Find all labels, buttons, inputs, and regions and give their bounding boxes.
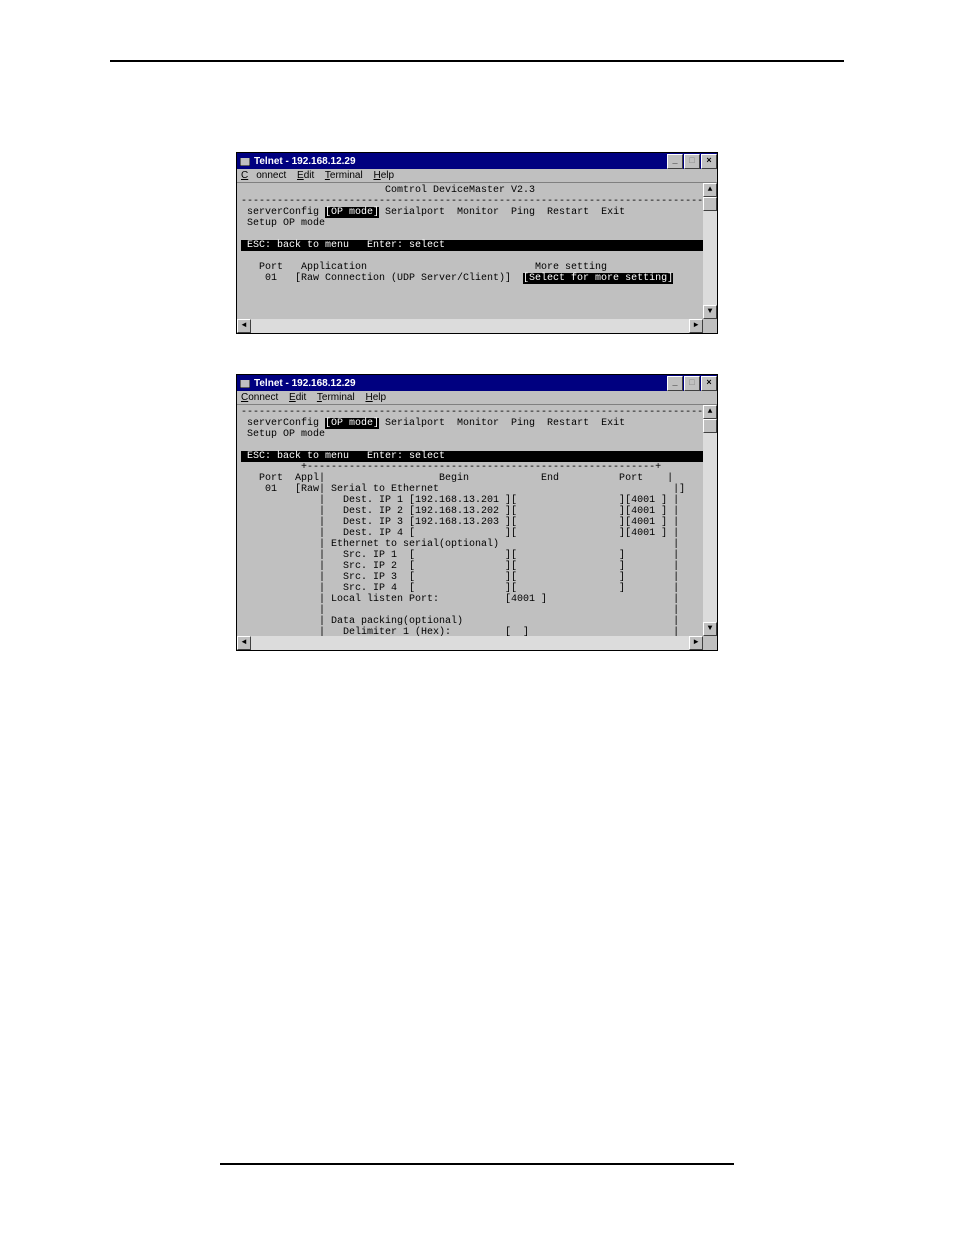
nav-selected-opmode[interactable]: [OP mode] xyxy=(325,418,379,429)
header-line-1: Port Appl| Begin End Port | xyxy=(241,473,673,484)
menubar: Connect Edit Terminal Help xyxy=(237,169,717,183)
scroll-right-icon[interactable]: ► xyxy=(689,319,703,333)
menu-connect[interactable]: Connect xyxy=(241,392,278,403)
minimize-button[interactable]: _ xyxy=(667,376,683,391)
src-ip-3[interactable]: | Src. IP 3 [ ][ ] | xyxy=(241,572,679,583)
close-button[interactable]: × xyxy=(701,154,717,169)
scroll-down-icon[interactable]: ▼ xyxy=(703,622,717,636)
titlebar[interactable]: Telnet - 192.168.12.29 _ □ × xyxy=(237,375,717,391)
scroll-right-icon[interactable]: ► xyxy=(689,636,703,650)
nav-subtitle: Setup OP mode xyxy=(241,429,325,440)
box-top: +---------------------------------------… xyxy=(241,462,661,473)
hint-bar: ESC: back to menu Enter: select xyxy=(241,451,703,462)
more-setting-selected[interactable]: [Select for more setting] xyxy=(523,273,673,284)
menu-help[interactable]: Help xyxy=(365,392,386,403)
size-grip-icon[interactable] xyxy=(703,636,717,650)
telnet-window-2: Telnet - 192.168.12.29 _ □ × Connect Edi… xyxy=(236,374,718,651)
menu-connect[interactable]: Connect xyxy=(241,170,286,181)
rule-line: ----------------------------------------… xyxy=(241,196,709,207)
menu-help[interactable]: Help xyxy=(373,170,394,181)
maximize-button[interactable]: □ xyxy=(684,154,700,169)
dest-ip-4[interactable]: | Dest. IP 4 [ ][ ][4001 ] | xyxy=(241,528,679,539)
scroll-left-icon[interactable]: ◄ xyxy=(237,319,251,333)
bottom-rule xyxy=(220,1163,734,1165)
minimize-button[interactable]: _ xyxy=(667,154,683,169)
vertical-scrollbar[interactable]: ▲ ▼ xyxy=(703,183,717,319)
rule-line: ----------------------------------------… xyxy=(241,407,709,418)
column-headers: Port Application More setting xyxy=(241,262,607,273)
data-packing-heading: | Data packing(optional) | xyxy=(241,616,679,627)
close-button[interactable]: × xyxy=(701,376,717,391)
scroll-down-icon[interactable]: ▼ xyxy=(703,305,717,319)
dest-ip-3[interactable]: | Dest. IP 3 [192.168.13.203 ][ ][4001 ]… xyxy=(241,517,679,528)
banner-line: Comtrol DeviceMaster V2.3 xyxy=(241,185,535,196)
scroll-thumb[interactable] xyxy=(703,419,717,433)
blank-line: | | xyxy=(241,605,679,616)
scroll-thumb[interactable] xyxy=(703,197,717,211)
window-title: Telnet - 192.168.12.29 xyxy=(254,156,666,167)
telnet-window-1: Telnet - 192.168.12.29 _ □ × Connect Edi… xyxy=(236,152,718,334)
app-icon xyxy=(239,155,251,167)
row-pre: 01 [Raw Connection (UDP Server/Client)] xyxy=(241,273,523,284)
vertical-scrollbar[interactable]: ▲ ▼ xyxy=(703,405,717,636)
src-ip-2[interactable]: | Src. IP 2 [ ][ ] | xyxy=(241,561,679,572)
nav-subtitle: Setup OP mode xyxy=(241,218,325,229)
app-icon xyxy=(239,377,251,389)
maximize-button[interactable]: □ xyxy=(684,376,700,391)
menubar: Connect Edit Terminal Help xyxy=(237,391,717,405)
menu-edit[interactable]: Edit xyxy=(289,392,306,403)
horizontal-scrollbar[interactable]: ◄ ► xyxy=(237,636,703,650)
scroll-up-icon[interactable]: ▲ xyxy=(703,405,717,419)
local-listen-port[interactable]: | Local listen Port: [4001 ] | xyxy=(241,594,679,605)
nav-pre: serverConfig xyxy=(241,418,325,429)
nav-pre: serverConfig xyxy=(241,207,325,218)
dest-ip-1[interactable]: | Dest. IP 1 [192.168.13.201 ][ ][4001 ]… xyxy=(241,495,679,506)
window-title: Telnet - 192.168.12.29 xyxy=(254,378,666,389)
scroll-left-icon[interactable]: ◄ xyxy=(237,636,251,650)
dest-ip-2[interactable]: | Dest. IP 2 [192.168.13.202 ][ ][4001 ]… xyxy=(241,506,679,517)
header-line-2: 01 [Raw| Serial to Ethernet |] xyxy=(241,484,685,495)
src-ip-4[interactable]: | Src. IP 4 [ ][ ] | xyxy=(241,583,679,594)
horizontal-scrollbar[interactable]: ◄ ► xyxy=(237,319,703,333)
nav-selected-opmode[interactable]: [OP mode] xyxy=(325,207,379,218)
hint-bar: ESC: back to menu Enter: select xyxy=(241,240,703,251)
terminal-output[interactable]: ----------------------------------------… xyxy=(237,405,717,650)
menu-edit[interactable]: Edit xyxy=(297,170,314,181)
menu-terminal[interactable]: Terminal xyxy=(325,170,363,181)
menu-terminal[interactable]: Terminal xyxy=(317,392,355,403)
nav-post: Serialport Monitor Ping Restart Exit xyxy=(379,418,625,429)
titlebar[interactable]: Telnet - 192.168.12.29 _ □ × xyxy=(237,153,717,169)
size-grip-icon[interactable] xyxy=(703,319,717,333)
terminal-output[interactable]: Comtrol DeviceMaster V2.3 --------------… xyxy=(237,183,717,333)
scroll-up-icon[interactable]: ▲ xyxy=(703,183,717,197)
top-rule xyxy=(110,60,844,62)
nav-post: Serialport Monitor Ping Restart Exit xyxy=(379,207,625,218)
eth-to-serial-heading: | Ethernet to serial(optional) | xyxy=(241,539,679,550)
src-ip-1[interactable]: | Src. IP 1 [ ][ ] | xyxy=(241,550,679,561)
